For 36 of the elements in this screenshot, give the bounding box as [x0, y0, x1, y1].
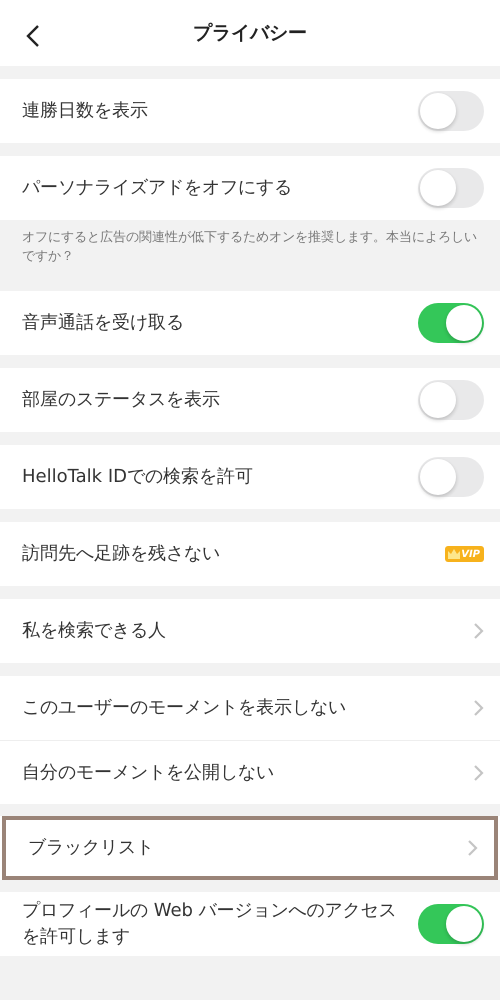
chevron-right-icon: [472, 764, 484, 782]
chevron-right-icon: [472, 622, 484, 640]
settings-row[interactable]: パーソナライズアドをオフにする: [0, 156, 500, 220]
settings-row[interactable]: 自分のモーメントを公開しない: [0, 740, 500, 804]
row-label: 訪問先へ足跡を残さない: [22, 542, 221, 566]
toggle-switch[interactable]: [418, 457, 484, 497]
settings-row[interactable]: 訪問先へ足跡を残さない VIP: [0, 522, 500, 586]
toggle-switch[interactable]: [418, 303, 484, 343]
row-label: 連勝日数を表示: [22, 99, 149, 123]
settings-row[interactable]: プロフィールの Web バージョンへのアクセスを許可します: [0, 892, 500, 956]
row-label: 自分のモーメントを公開しない: [22, 760, 275, 784]
chevron-right-icon: [472, 699, 484, 717]
toggle-switch[interactable]: [418, 380, 484, 420]
toggle-switch[interactable]: [418, 91, 484, 131]
settings-row[interactable]: 音声通話を受け取る: [0, 291, 500, 355]
crown-icon: [447, 548, 462, 560]
settings-row[interactable]: このユーザーのモーメントを表示しない: [0, 676, 500, 740]
settings-row[interactable]: HelloTalk IDでの検索を許可: [0, 445, 500, 509]
settings-row[interactable]: 連勝日数を表示: [0, 79, 500, 143]
row-label: 私を検索できる人: [22, 619, 167, 643]
toggle-switch[interactable]: [418, 904, 484, 944]
row-label: 部屋のステータスを表示: [22, 388, 221, 412]
row-label: このユーザーのモーメントを表示しない: [22, 696, 347, 720]
settings-row[interactable]: 部屋のステータスを表示: [0, 368, 500, 432]
vip-badge: VIP: [445, 546, 484, 562]
row-label: 音声通話を受け取る: [22, 311, 185, 335]
settings-row[interactable]: ブラックリスト: [2, 816, 498, 880]
row-label: HelloTalk IDでの検索を許可: [22, 465, 254, 489]
toggle-switch[interactable]: [418, 168, 484, 208]
row-label: プロフィールの Web バージョンへのアクセスを許可します: [22, 899, 398, 949]
settings-row[interactable]: 私を検索できる人: [0, 599, 500, 663]
page-title: プライバシー: [193, 21, 307, 46]
chevron-right-icon: [466, 839, 478, 857]
row-label: ブラックリスト: [28, 836, 155, 860]
row-label: パーソナライズアドをオフにする: [22, 176, 293, 200]
note-text: オフにすると広告の関連性が低下するためオンを推奨します。本当によろしいですか？: [0, 220, 500, 278]
